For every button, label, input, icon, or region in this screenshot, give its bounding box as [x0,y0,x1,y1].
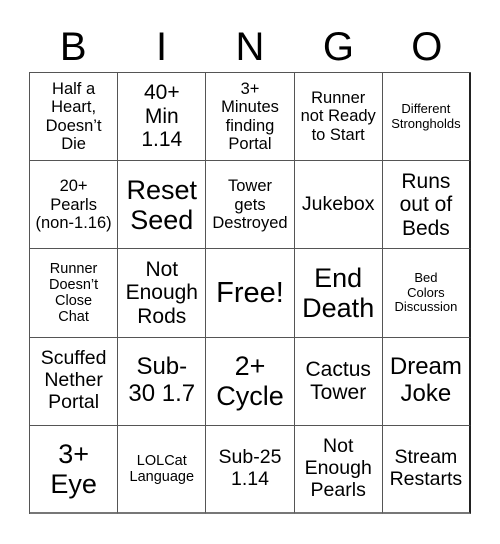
bingo-cell[interactable]: Half a Heart, Doesn’t Die [30,73,119,162]
bingo-cell[interactable]: Jukebox [294,161,383,250]
bingo-cell[interactable]: Dream Joke [382,337,471,426]
bingo-cell[interactable]: Scuffed Nether Portal [30,337,119,426]
bingo-cell[interactable]: Sub-25 1.14 [206,425,295,514]
header-letter-i: I [156,25,168,69]
bingo-cell[interactable]: Runner Doesn’t Close Chat [30,249,119,338]
bingo-cell[interactable]: Reset Seed [118,161,207,250]
bingo-cell[interactable]: 40+ Min 1.14 [118,73,207,162]
header-letter-o: O [411,25,443,69]
header-letter-g: G [322,25,354,69]
bingo-cell[interactable]: Tower gets Destroyed [206,161,295,250]
bingo-cell[interactable]: Stream Restarts [382,425,471,514]
bingo-board: Half a Heart, Doesn’t Die 40+ Min 1.14 3… [29,72,471,514]
bingo-cell[interactable]: Cactus Tower [294,337,383,426]
bingo-cell[interactable]: Different Strongholds [382,73,471,162]
bingo-cell[interactable]: 20+ Pearls (non-1.16) [30,161,119,250]
bingo-cell[interactable]: Not Enough Pearls [294,425,383,514]
bingo-cell[interactable]: Runs out of Beds [382,161,471,250]
bingo-cell[interactable]: Not Enough Rods [118,249,207,338]
bingo-cell[interactable]: Sub- 30 1.7 [118,337,207,426]
bingo-cell[interactable]: 2+ Cycle [206,337,295,426]
bingo-cell[interactable]: 3+ Eye [30,425,119,514]
bingo-cell[interactable]: LOLCat Language [118,425,207,514]
bingo-cell[interactable]: Bed Colors Discussion [382,249,471,338]
bingo-header: B I N G O [29,22,471,72]
bingo-cell[interactable]: Runner not Ready to Start [294,73,383,162]
bingo-cell[interactable]: 3+ Minutes finding Portal [206,73,295,162]
header-letter-n: N [235,25,265,69]
header-letter-b: B [59,25,87,69]
bingo-cell-free-space[interactable]: Free! [206,249,295,338]
bingo-cell[interactable]: End Death [294,249,383,338]
